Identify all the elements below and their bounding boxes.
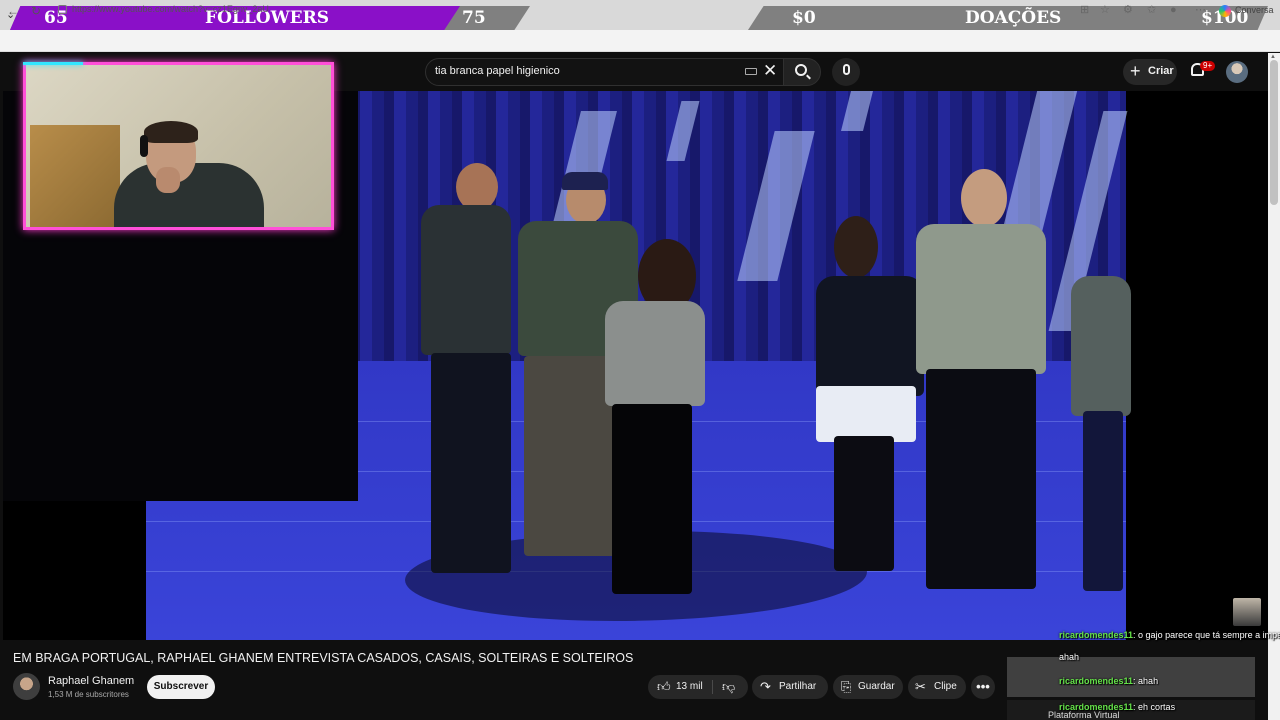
more-actions-button[interactable]: ••• (971, 675, 995, 699)
subscribe-button[interactable]: Subscrever (147, 675, 215, 699)
copilot-button[interactable]: Conversa (1219, 3, 1274, 18)
mic-icon (843, 64, 850, 75)
copilot-icon (1219, 4, 1231, 17)
chat-username: ricardomendes11 (1059, 676, 1134, 686)
keyboard-icon[interactable] (745, 68, 757, 75)
favorite-star-icon[interactable]: ☆ (1100, 4, 1110, 17)
clear-search-icon[interactable]: ✕ (763, 62, 777, 80)
chat-text: ahah (1059, 652, 1080, 662)
search-input[interactable]: tia branca papel higienico (435, 64, 560, 79)
extension-icon[interactable]: ⚙ (1123, 4, 1133, 17)
channel-name[interactable]: Raphael Ghanem (48, 675, 134, 688)
like-dislike-group: 👍︎ 13 mil 👎︎ (648, 675, 748, 699)
scrollbar-thumb[interactable] (1270, 60, 1278, 205)
donations-goal-current: $0 (792, 8, 816, 28)
chat-avatar (1233, 598, 1261, 626)
headset-icon (140, 135, 148, 157)
site-info-icon[interactable] (58, 5, 67, 14)
profile-icon[interactable]: ● (1170, 4, 1177, 17)
copilot-label: Conversa (1235, 5, 1274, 15)
scissors-icon: ✂ (915, 679, 926, 694)
chat-message-continuation: ahah (1059, 651, 1079, 663)
like-count[interactable]: 13 mil (676, 675, 703, 699)
bookmark-icon: ⎘ (841, 679, 852, 694)
chat-message: ricardomendes11: eh cortas (1059, 701, 1175, 713)
chat-text: : o gajo parece que tá sempre a impedir … (1133, 630, 1280, 640)
app-grid-icon[interactable]: ⊞ (1080, 4, 1089, 17)
chat-text: : ahah (1133, 676, 1159, 686)
chat-username: ricardomendes11 (1059, 702, 1134, 712)
like-divider (712, 680, 713, 694)
like-icon[interactable]: 👍︎ (657, 675, 671, 699)
chat-message: ricardomendes11: o gajo parece que tá se… (1059, 629, 1280, 641)
save-button[interactable]: ⎘ Guardar (833, 675, 903, 699)
streamer-hand (156, 167, 180, 193)
share-button[interactable]: ↷ Partilhar (752, 675, 828, 699)
scroll-up-icon[interactable]: ▲ (1270, 54, 1276, 60)
channel-avatar[interactable] (13, 673, 40, 700)
back-arrow-icon[interactable]: ← (7, 3, 19, 19)
chat-text: : eh cortas (1133, 702, 1176, 712)
plus-icon: + (1130, 61, 1141, 81)
chat-message: ricardomendes11: ahah (1059, 675, 1158, 687)
search-icon (795, 64, 807, 76)
video-title: EM BRAGA PORTUGAL, RAPHAEL GHANEM ENTREV… (13, 651, 634, 665)
dislike-icon[interactable]: 👎︎ (722, 675, 735, 699)
donations-goal-label: DOAÇÕES (965, 8, 1062, 28)
favorites-icon[interactable]: ✩ (1147, 4, 1156, 17)
browser-address-bar (0, 30, 1280, 52)
followers-goal-target: 75 (462, 8, 486, 28)
clip-button[interactable]: ✂ Clipe (908, 675, 966, 699)
reload-icon[interactable]: ↻ (31, 3, 41, 19)
create-label: Criar (1148, 65, 1174, 77)
share-icon: ↷ (760, 679, 771, 694)
save-label: Guardar (858, 681, 895, 692)
streamer-hair (144, 121, 198, 143)
webcam-painting (30, 125, 120, 227)
account-avatar[interactable] (1226, 61, 1248, 83)
url-field[interactable]: https://www.youtube.com/watch?v=cz1Egnv_… (72, 4, 269, 14)
streamer-webcam (23, 62, 334, 230)
notification-badge: 9+ (1200, 61, 1216, 71)
clip-label: Clipe (934, 681, 957, 692)
browser-menu-icon[interactable]: ⋯ (1195, 4, 1206, 17)
share-label: Partilhar (779, 681, 817, 692)
webcam-neon-accent (23, 62, 83, 65)
subscriber-count: 1,53 M de subscritores (48, 690, 129, 699)
chat-username: ricardomendes11 (1059, 630, 1134, 640)
screen: ⌄ 65 FOLLOWERS 75 $0 DOAÇÕES $100 ← ↻ ht… (0, 0, 1280, 720)
